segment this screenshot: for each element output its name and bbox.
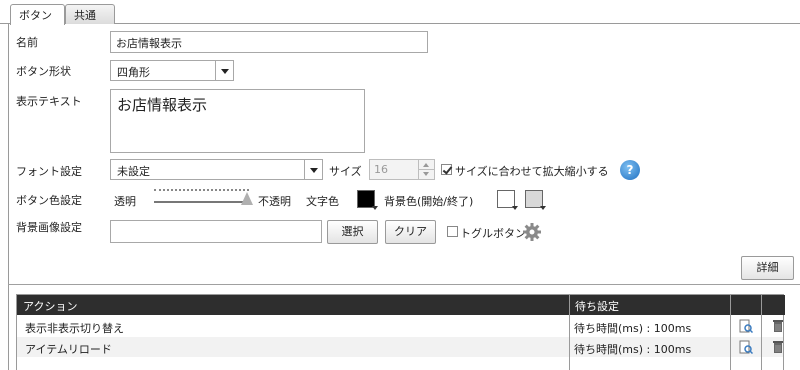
bg-image-label: 背景画像設定 — [16, 221, 82, 234]
bg-color-end-swatch[interactable] — [525, 190, 546, 210]
name-input[interactable]: お店情報表示 — [110, 31, 428, 53]
edit-icon[interactable] — [739, 319, 753, 333]
select-button[interactable]: 選択 — [327, 220, 378, 244]
chevron-down-icon — [512, 206, 518, 210]
chevron-down-icon[interactable] — [215, 61, 233, 80]
trash-icon[interactable] — [771, 340, 785, 354]
tab-common[interactable]: 共通 — [65, 4, 115, 24]
clear-button[interactable]: クリア — [385, 220, 436, 244]
table-header: アクション 待ち設定 — [17, 295, 785, 315]
edit-icon[interactable] — [739, 340, 753, 354]
divider — [8, 284, 800, 285]
opacity-slider-handle[interactable] — [241, 192, 253, 205]
display-text-textarea[interactable]: お店情報表示 — [110, 89, 365, 153]
action-table: アクション 待ち設定 表示非表示切り替え 待ち時間(ms) : 100ms アイ… — [16, 294, 785, 370]
button-color-label: ボタン色設定 — [16, 194, 82, 207]
shape-label: ボタン形状 — [16, 65, 71, 78]
table-row[interactable]: 表示非表示切り替え 待ち時間(ms) : 100ms — [17, 316, 783, 336]
row-wait: 待ち時間(ms) : 100ms — [574, 343, 692, 356]
column-header-wait[interactable]: 待ち設定 — [575, 298, 619, 314]
chevron-down-icon — [540, 206, 546, 210]
transparent-label: 透明 — [114, 195, 136, 208]
font-select[interactable]: 未設定 — [110, 159, 323, 180]
help-icon[interactable]: ? — [620, 160, 640, 180]
column-divider — [730, 295, 731, 370]
opaque-label: 不透明 — [258, 195, 291, 208]
display-text-label: 表示テキスト — [16, 95, 82, 108]
chevron-down-icon[interactable] — [304, 160, 322, 179]
tab-button[interactable]: ボタン — [10, 4, 65, 25]
row-action: アイテムリロード — [25, 343, 112, 356]
trash-icon[interactable] — [771, 319, 785, 333]
stepper-up-icon[interactable] — [418, 160, 434, 170]
stepper-down-icon[interactable] — [418, 170, 434, 180]
size-value: 16 — [374, 163, 388, 176]
fit-size-checkbox[interactable] — [441, 164, 452, 175]
size-stepper[interactable]: 16 — [369, 159, 435, 180]
shape-select[interactable]: 四角形 — [110, 60, 234, 81]
name-label: 名前 — [16, 36, 38, 49]
detail-button[interactable]: 詳細 — [741, 256, 794, 280]
chevron-down-icon — [372, 206, 378, 210]
column-header-action[interactable]: アクション — [23, 298, 77, 314]
shape-select-value: 四角形 — [117, 66, 150, 79]
size-label: サイズ — [329, 165, 362, 178]
font-select-value: 未設定 — [117, 165, 150, 178]
opacity-slider-ticks — [154, 189, 249, 193]
tab-bar: ボタン 共通 — [0, 0, 800, 25]
toggle-checkbox[interactable] — [447, 226, 458, 237]
font-label: フォント設定 — [16, 165, 82, 178]
toggle-label: トグルボタン — [460, 227, 526, 240]
fit-size-label: サイズに合わせて拡大縮小する — [455, 165, 609, 178]
row-wait: 待ち時間(ms) : 100ms — [574, 322, 692, 335]
column-divider — [569, 295, 570, 370]
column-divider — [761, 295, 762, 370]
opacity-slider[interactable] — [154, 201, 249, 203]
gear-icon[interactable] — [522, 222, 542, 242]
bg-color-start-swatch[interactable] — [497, 190, 518, 210]
bg-image-input[interactable] — [110, 220, 322, 243]
text-color-swatch[interactable] — [357, 190, 378, 210]
table-row[interactable]: アイテムリロード 待ち時間(ms) : 100ms — [17, 337, 783, 357]
row-action: 表示非表示切り替え — [25, 322, 124, 335]
bg-color-label: 背景色(開始/終了) — [384, 195, 474, 208]
text-color-label: 文字色 — [306, 195, 339, 208]
